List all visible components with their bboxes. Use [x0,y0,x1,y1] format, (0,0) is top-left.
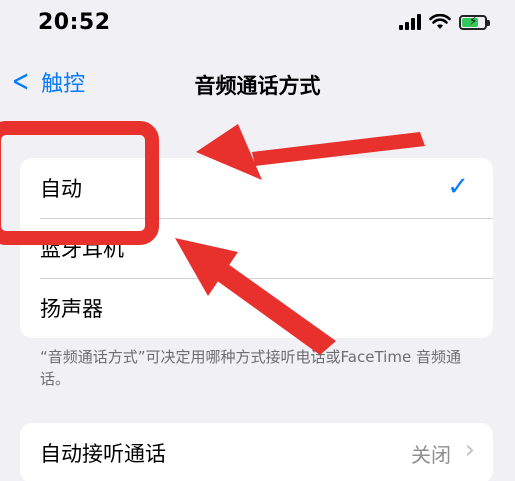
section-footnote: “音频通话方式”可决定用哪种方式接听电话或FaceTime 音频通话。 [40,348,461,388]
call-audio-routing-options: 自动 ✓ 蓝牙耳机 扬声器 [20,158,493,338]
checkmark-icon: ✓ [447,172,469,202]
auto-answer-group: 自动接听通话 关闭 › [20,423,493,481]
battery-charging-icon: ⚡ [459,14,490,30]
option-speaker[interactable]: 扬声器 [20,278,493,338]
signal-icon [399,14,421,30]
auto-answer-row[interactable]: 自动接听通话 关闭 › [20,423,493,481]
screen: 20:52 ⚡ < 触控 音频通话方式 自动 ✓ 蓝牙耳机 扬声器 “音频通话方… [0,0,515,481]
status-icons: ⚡ [399,14,490,30]
auto-answer-value: 关闭 [411,443,451,467]
page-title: 音频通话方式 [194,74,321,98]
option-label: 扬声器 [40,297,103,321]
chevron-right-icon: › [464,435,475,465]
status-time: 20:52 [38,10,111,35]
auto-answer-label: 自动接听通话 [40,442,166,466]
wifi-icon [429,14,451,29]
navigation-bar: < 触控 音频通话方式 [0,62,515,106]
option-label: 蓝牙耳机 [40,237,124,261]
option-bluetooth-headset[interactable]: 蓝牙耳机 [20,218,493,278]
option-label: 自动 [40,177,82,201]
option-auto[interactable]: 自动 ✓ [20,158,493,218]
